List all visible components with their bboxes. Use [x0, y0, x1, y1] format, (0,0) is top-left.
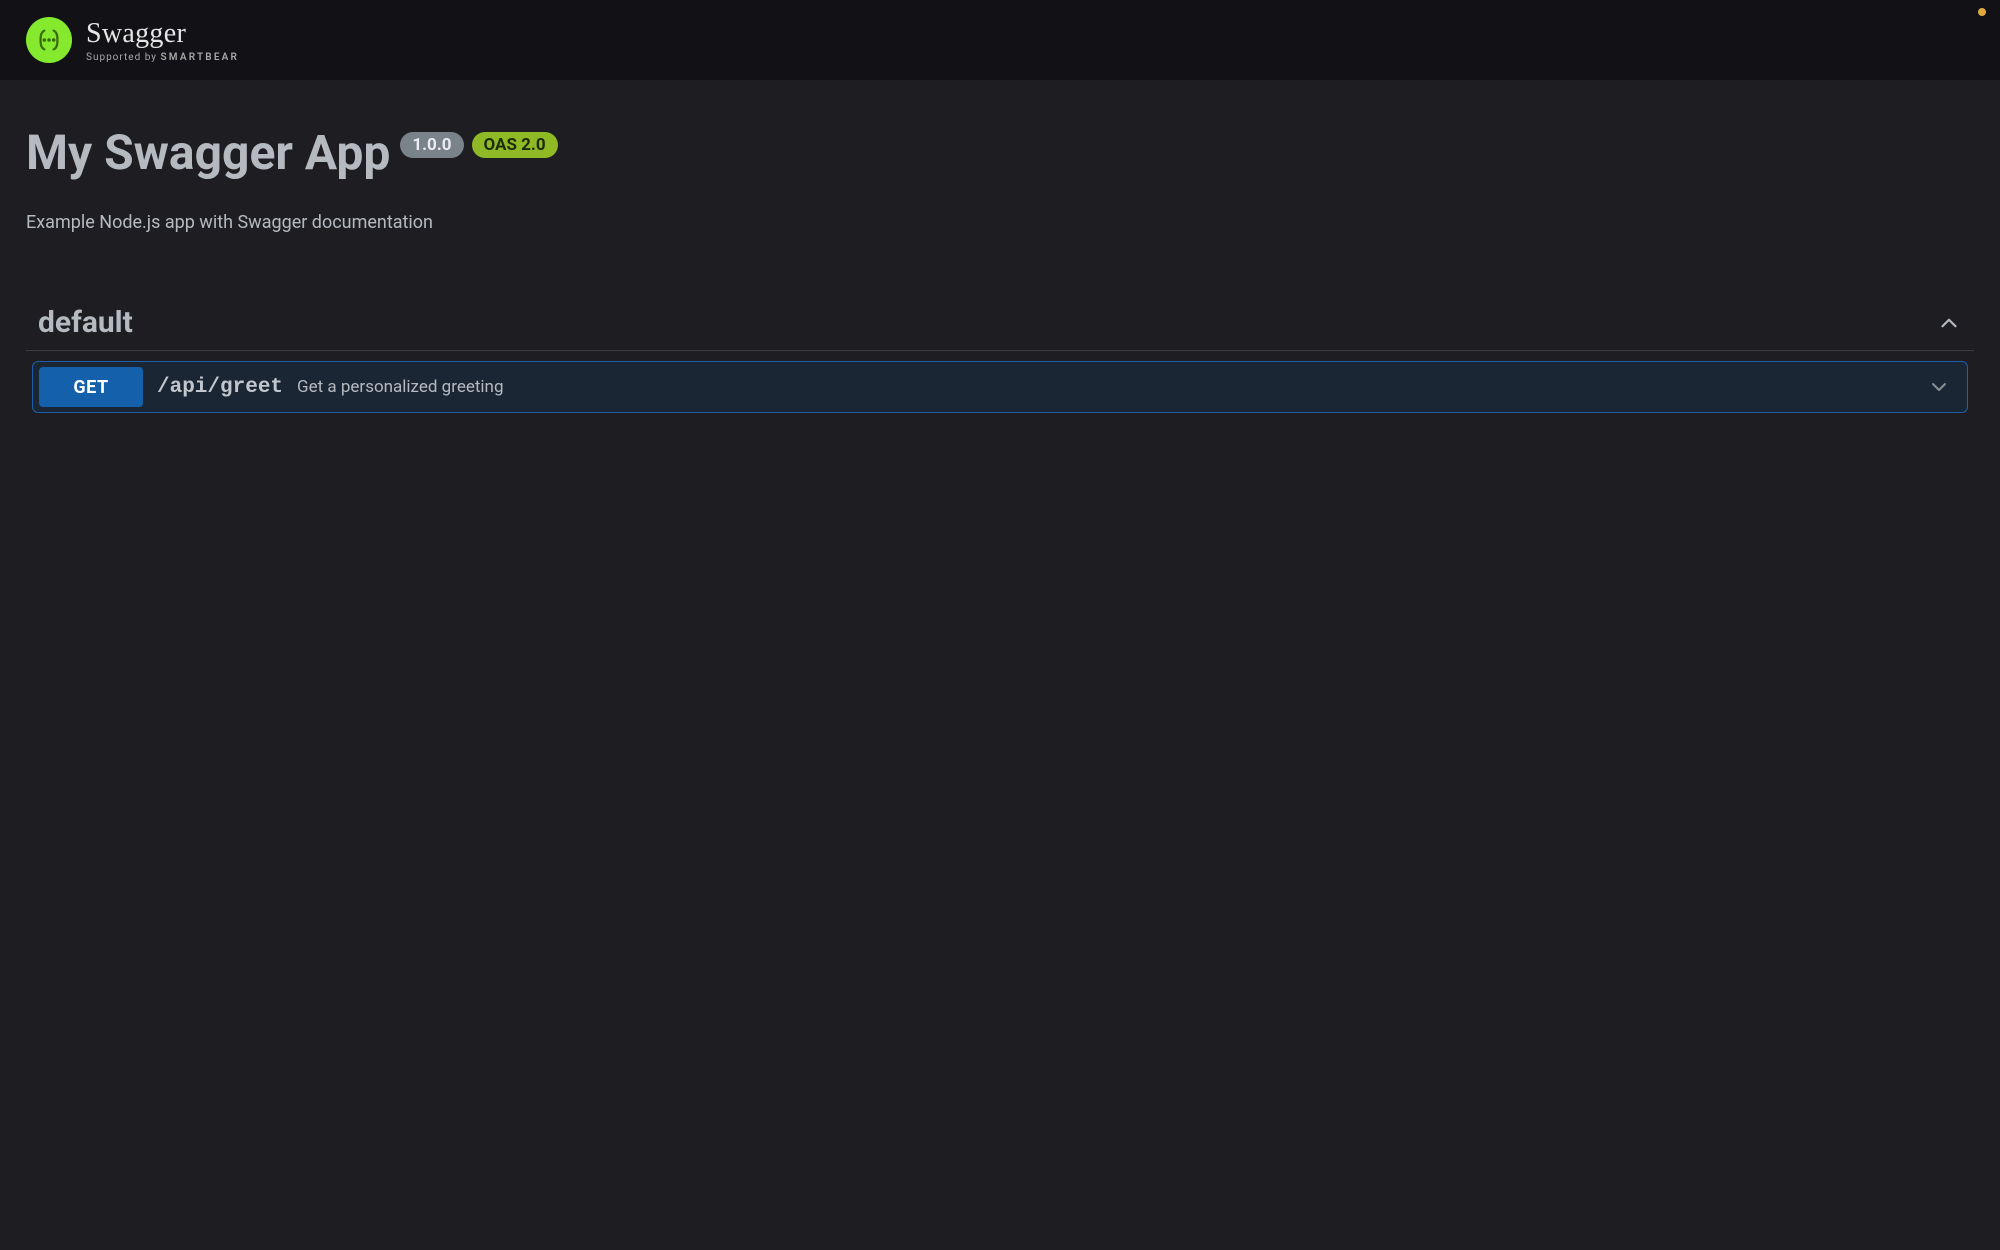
operation-summary: Get a personalized greeting [297, 377, 503, 397]
swagger-logo-text: Swagger Supported by SMARTBEAR [86, 18, 239, 63]
operation-get-api-greet[interactable]: GET /api/greet Get a personalized greeti… [32, 361, 1968, 413]
swagger-logo-icon [26, 17, 72, 63]
info-header: My Swagger App 1.0.0 OAS 2.0 [26, 128, 1974, 178]
version-badge: 1.0.0 [400, 132, 463, 158]
topbar: Swagger Supported by SMARTBEAR [0, 0, 2000, 80]
http-method-badge: GET [39, 367, 143, 407]
tag-section-default: default GET /api/greet Get a personalize… [26, 305, 1974, 413]
api-description: Example Node.js app with Swagger documen… [26, 212, 1974, 233]
operation-path: /api/greet [157, 376, 283, 399]
chevron-down-icon [1927, 375, 1951, 399]
api-title: My Swagger App [26, 128, 390, 178]
brand-supported-by: Supported by SMARTBEAR [86, 52, 239, 63]
main-content: My Swagger App 1.0.0 OAS 2.0 Example Nod… [0, 80, 2000, 413]
tag-name: default [38, 305, 133, 340]
oas-badge: OAS 2.0 [472, 132, 558, 158]
chevron-up-icon [1936, 310, 1962, 336]
brand-name: Swagger [86, 18, 239, 50]
tag-header[interactable]: default [26, 305, 1974, 351]
status-dot-icon [1978, 8, 1986, 16]
swagger-logo[interactable]: Swagger Supported by SMARTBEAR [26, 17, 239, 63]
badges: 1.0.0 OAS 2.0 [400, 128, 557, 158]
